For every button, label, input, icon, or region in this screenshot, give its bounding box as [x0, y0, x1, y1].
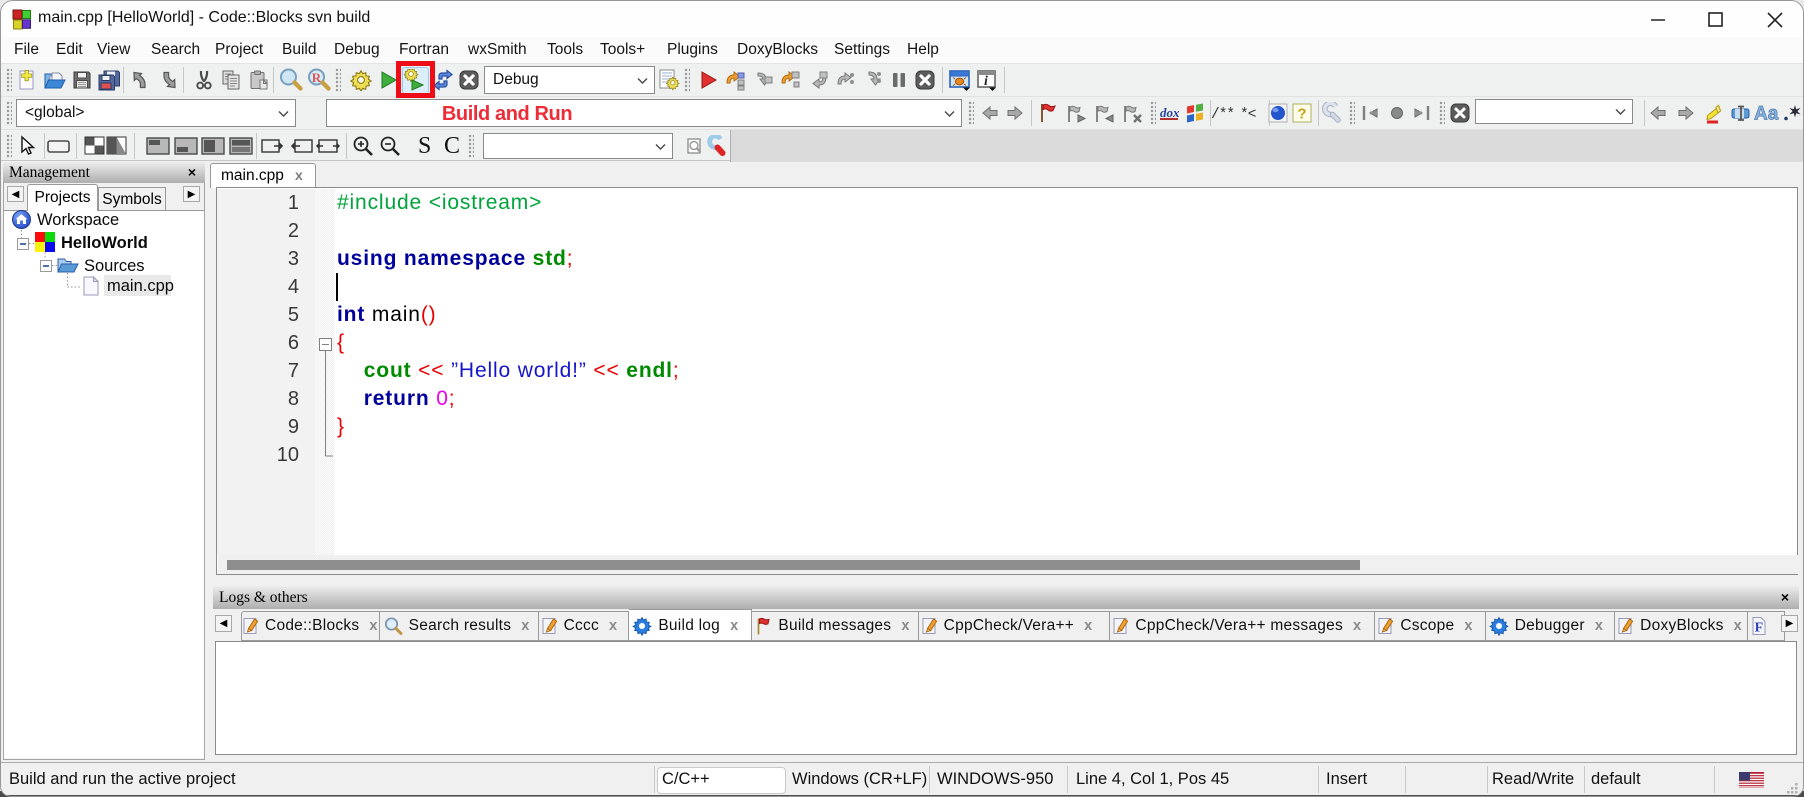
- svg-text:Aa: Aa: [1754, 104, 1779, 125]
- svg-text:?: ?: [1297, 106, 1306, 123]
- svg-text:/**: /**: [1211, 107, 1234, 123]
- svg-text:R: R: [312, 70, 322, 85]
- svg-text:S: S: [418, 133, 431, 159]
- svg-text:dox: dox: [1160, 105, 1180, 120]
- svg-text:C: C: [444, 133, 460, 159]
- svg-text:i: i: [984, 74, 988, 89]
- svg-text:*<: *<: [1240, 107, 1256, 123]
- svg-text:F: F: [1755, 621, 1764, 636]
